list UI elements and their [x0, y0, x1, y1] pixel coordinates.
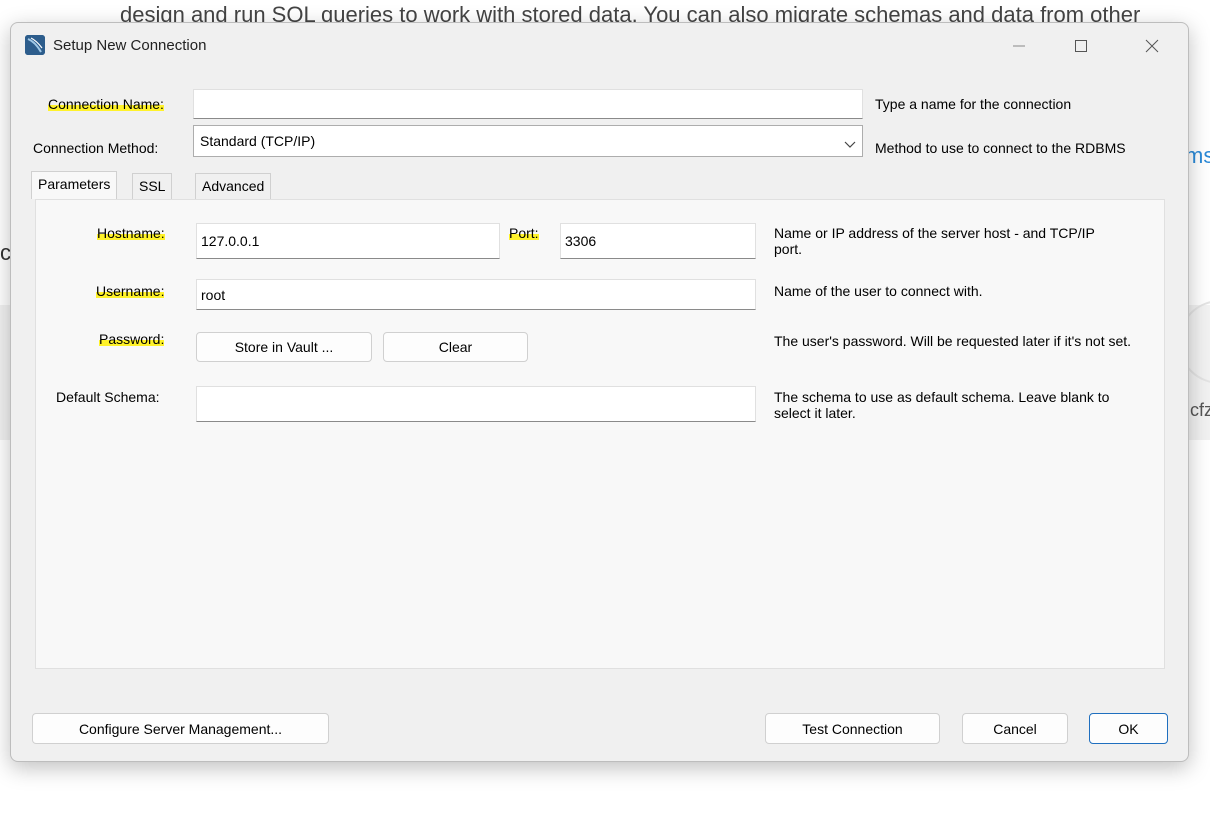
host-port-hint: Name or IP address of the server host - …	[774, 225, 1095, 257]
default-schema-label: Default Schema:	[56, 389, 160, 405]
close-button[interactable]	[1129, 31, 1175, 61]
store-in-vault-button[interactable]: Store in Vault ...	[196, 332, 372, 362]
username-input[interactable]: root	[196, 279, 756, 310]
maximize-button[interactable]	[1058, 31, 1104, 61]
password-label: Password:	[99, 331, 165, 347]
cancel-button[interactable]: Cancel	[962, 713, 1068, 744]
password-hint: The user's password. Will be requested l…	[774, 333, 1132, 349]
minimize-icon	[1013, 45, 1025, 47]
clear-password-button[interactable]: Clear	[383, 332, 528, 362]
background-text-fragment-right: cfz	[1190, 400, 1210, 420]
title-bar[interactable]: Setup New Connection	[11, 23, 1188, 69]
tab-parameters[interactable]: Parameters	[31, 171, 118, 199]
mysql-workbench-icon	[25, 35, 45, 55]
username-label: Username:	[96, 283, 165, 299]
maximize-icon	[1075, 40, 1087, 52]
connection-method-select[interactable]: Standard (TCP/IP)	[193, 125, 863, 157]
parameters-panel	[35, 199, 1165, 669]
default-schema-input[interactable]	[196, 386, 756, 422]
default-schema-hint: The schema to use as default schema. Lea…	[774, 389, 1110, 421]
connection-method-hint: Method to use to connect to the RDBMS	[875, 140, 1126, 156]
minimize-button[interactable]	[996, 31, 1042, 61]
connection-name-input[interactable]	[193, 89, 863, 119]
port-input[interactable]: 3306	[560, 223, 756, 259]
dialog-title: Setup New Connection	[53, 37, 207, 54]
setup-connection-dialog: Setup New Connection Connection Name: Ty…	[10, 22, 1189, 762]
port-label: Port:	[509, 225, 539, 241]
tab-advanced[interactable]: Advanced	[195, 173, 272, 199]
hostname-label: Hostname:	[97, 225, 165, 241]
close-icon	[1145, 39, 1159, 53]
connection-name-label: Connection Name:	[48, 96, 164, 112]
username-hint: Name of the user to connect with.	[774, 283, 983, 299]
chevron-down-icon	[844, 136, 856, 152]
tab-ssl[interactable]: SSL	[132, 173, 173, 199]
connection-name-hint: Type a name for the connection	[875, 96, 1072, 112]
ok-button[interactable]: OK	[1089, 713, 1168, 744]
connection-method-label: Connection Method:	[33, 140, 159, 156]
test-connection-button[interactable]: Test Connection	[765, 713, 940, 744]
connection-method-value: Standard (TCP/IP)	[200, 133, 316, 149]
hostname-input[interactable]: 127.0.0.1	[196, 223, 500, 259]
configure-server-management-button[interactable]: Configure Server Management...	[32, 713, 329, 744]
